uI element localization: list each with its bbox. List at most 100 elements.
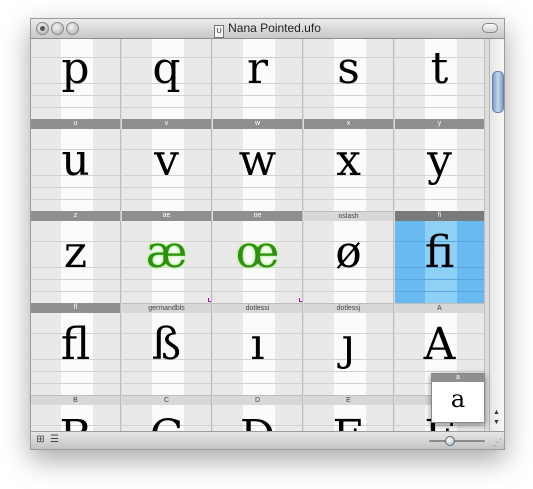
glyph-cell[interactable]: r: [213, 39, 303, 119]
guide-line: [122, 95, 211, 96]
status-bar: ⊞ ☰ ⋰: [31, 431, 504, 449]
scroll-up-arrow-icon[interactable]: ▲: [493, 409, 500, 417]
glyph-image: E: [304, 405, 393, 432]
glyph-image: œ: [235, 227, 280, 278]
glyph-cell[interactable]: fi: [395, 221, 485, 303]
grid-view-icon[interactable]: ⊞: [35, 434, 46, 445]
glyph-cell[interactable]: u: [31, 129, 121, 211]
glyph-cell[interactable]: æ: [122, 221, 212, 303]
glyph-label: fl: [31, 303, 121, 313]
glyph-image: fi: [424, 227, 455, 278]
glyph-label: u: [31, 119, 121, 129]
glyph-cell[interactable]: z: [31, 221, 121, 303]
glyph-cell[interactable]: E: [304, 405, 394, 431]
guide-line: [304, 95, 393, 96]
glyph-image: æ: [145, 227, 188, 278]
guide-line: [31, 95, 120, 96]
guide-line: [213, 107, 302, 108]
glyph-cell[interactable]: s: [304, 39, 394, 119]
glyph-cell[interactable]: B: [31, 405, 121, 431]
glyph-image: D: [213, 405, 302, 432]
glyph-label: y: [395, 119, 485, 129]
glyph-image: v: [154, 135, 179, 186]
glyph-label: w: [213, 119, 303, 129]
glyph-cell[interactable]: ø: [304, 221, 394, 303]
glyph-image: ß: [151, 319, 182, 370]
glyph-image: y: [427, 135, 452, 186]
guide-line: [395, 199, 484, 200]
guide-line: [395, 95, 484, 96]
guide-line: [213, 199, 302, 200]
guide-line: [122, 383, 211, 384]
glyph-label: B: [31, 395, 121, 405]
glyph-image: t: [430, 43, 449, 94]
guide-line: [213, 187, 302, 188]
glyph-cell[interactable]: t: [395, 39, 485, 119]
guide-line: [122, 107, 211, 108]
guide-line: [31, 383, 120, 384]
glyph-label: C: [122, 395, 212, 405]
list-view-icon[interactable]: ☰: [49, 434, 60, 445]
toolbar-toggle-button[interactable]: [482, 23, 498, 33]
guide-line: [213, 383, 302, 384]
glyph-label: oslash: [304, 211, 394, 221]
mark-indicator-icon: [208, 298, 211, 302]
glyph-preview-popup: a a: [431, 373, 485, 423]
window-title: Nana Pointed.ufo: [228, 21, 321, 35]
glyph-image: fl: [60, 319, 91, 370]
title-bar: U Nana Pointed.ufo: [31, 19, 504, 39]
preview-glyph: a: [450, 385, 466, 413]
glyph-image: ı: [250, 319, 265, 370]
glyph-cell[interactable]: v: [122, 129, 212, 211]
guide-line: [31, 187, 120, 188]
glyph-image: r: [246, 43, 269, 94]
guide-line: [304, 383, 393, 384]
glyph-cell[interactable]: x: [304, 129, 394, 211]
scroll-down-arrow-icon[interactable]: ▼: [493, 419, 500, 427]
glyph-label: x: [304, 119, 394, 129]
glyph-cell[interactable]: w: [213, 129, 303, 211]
guide-line: [395, 291, 484, 292]
glyph-cell[interactable]: q: [122, 39, 212, 119]
glyph-label: oe: [213, 211, 303, 221]
glyph-cell[interactable]: fl: [31, 313, 121, 395]
glyph-image: p: [61, 43, 90, 94]
glyph-image: z: [63, 227, 88, 278]
resize-grip-icon[interactable]: ⋰: [493, 438, 502, 447]
glyph-cell[interactable]: C: [122, 405, 212, 431]
glyph-cell[interactable]: p: [31, 39, 121, 119]
glyph-cell[interactable]: ȷ: [304, 313, 394, 395]
guide-line: [31, 291, 120, 292]
glyph-cell[interactable]: ß: [122, 313, 212, 395]
guide-line: [395, 279, 484, 280]
vertical-scrollbar[interactable]: ▲ ▼: [489, 39, 504, 431]
glyph-label: D: [213, 395, 303, 405]
glyph-label: dotlessj: [304, 303, 394, 313]
guide-line: [31, 371, 120, 372]
guide-line: [213, 371, 302, 372]
glyph-image: x: [336, 135, 361, 186]
cell-size-slider[interactable]: [429, 436, 485, 446]
guide-line: [304, 187, 393, 188]
glyph-label: z: [31, 211, 121, 221]
guide-line: [122, 291, 211, 292]
scroll-thumb[interactable]: [492, 71, 504, 113]
glyph-image: C: [122, 405, 211, 432]
guide-line: [31, 199, 120, 200]
glyph-cell[interactable]: œ: [213, 221, 303, 303]
guide-line: [304, 199, 393, 200]
mark-indicator-icon: [299, 298, 302, 302]
glyph-label: A: [395, 303, 485, 313]
glyph-image: w: [238, 135, 277, 186]
glyph-image: A: [423, 319, 456, 370]
glyph-cell[interactable]: ı: [213, 313, 303, 395]
guide-line: [122, 199, 211, 200]
guide-line: [213, 291, 302, 292]
guide-line: [304, 107, 393, 108]
guide-line: [122, 187, 211, 188]
document-proxy-icon[interactable]: U: [214, 25, 225, 38]
glyph-cell[interactable]: D: [213, 405, 303, 431]
slider-knob[interactable]: [445, 436, 455, 446]
guide-line: [31, 107, 120, 108]
glyph-cell[interactable]: y: [395, 129, 485, 211]
